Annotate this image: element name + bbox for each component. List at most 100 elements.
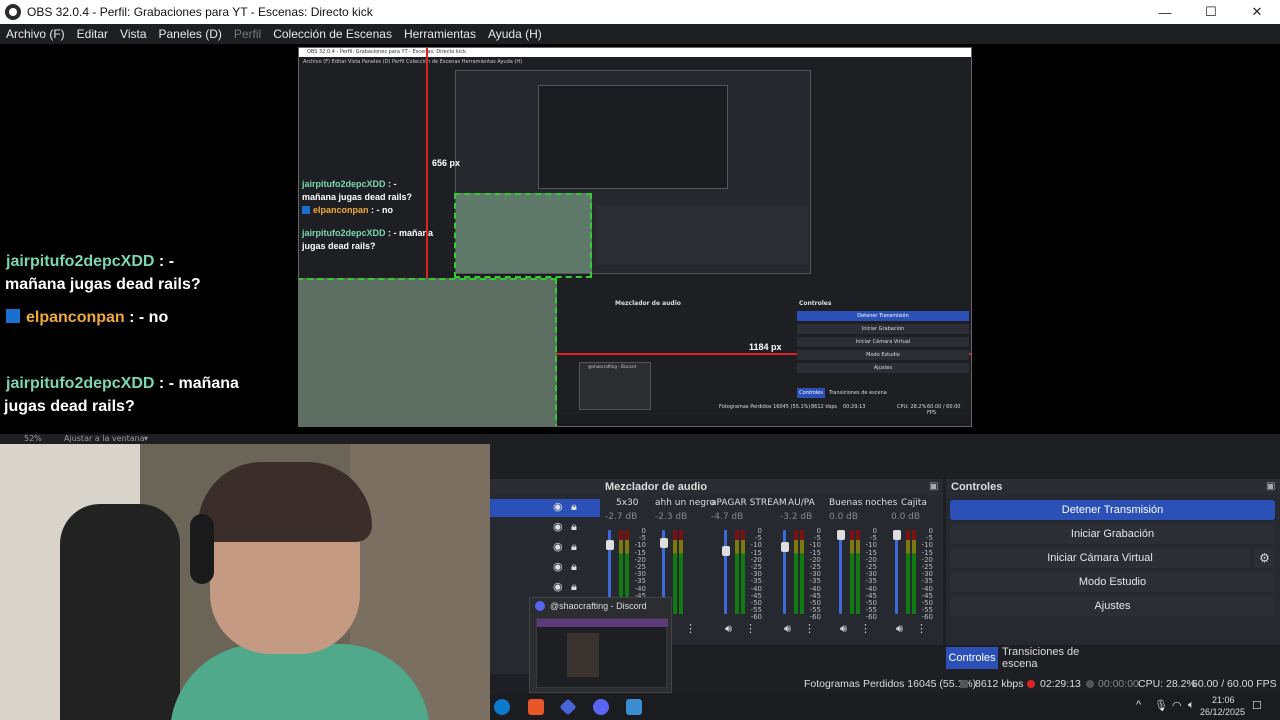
chat-separator: : - <box>385 179 397 189</box>
menu-ayuda[interactable]: Ayuda (H) <box>482 27 548 41</box>
app-window-icon[interactable] <box>626 699 642 715</box>
tab-controls[interactable]: Controles <box>946 647 998 669</box>
meter-scale: 0-5-10-15-20-25-30-35-40-45-50-55-60 <box>809 527 821 622</box>
mixer-channel-name: 5x30 <box>616 498 639 508</box>
menu-editar[interactable]: Editar <box>71 27 114 41</box>
lock-icon[interactable]: 🔒︎ <box>571 520 577 534</box>
nested-screen-level-3 <box>538 85 728 189</box>
volume-fader-knob[interactable] <box>722 546 730 556</box>
nested-settings: Ajustes <box>797 363 969 373</box>
app-icon[interactable] <box>559 698 577 716</box>
volume-fader-knob[interactable] <box>893 530 901 540</box>
nested-menu: Archivo (F) Editar Vista Paneles (D) Per… <box>303 59 523 65</box>
channel-menu-icon[interactable]: ⋮ <box>804 622 815 635</box>
speaker-icon[interactable]: 🔊︎ <box>725 622 732 636</box>
zoom-dropdown-icon[interactable]: ▾ <box>144 434 148 443</box>
speaker-icon[interactable]: 🔊︎ <box>896 622 903 636</box>
volume-fader-knob[interactable] <box>606 540 614 550</box>
guide-distance-right: 1184 px <box>749 342 782 352</box>
source-selection-box[interactable] <box>299 278 557 426</box>
menu-coleccion-escenas[interactable]: Colección de Escenas <box>267 27 398 41</box>
audio-meter <box>850 530 854 614</box>
tray-expand-icon[interactable]: ^ <box>1136 699 1141 711</box>
start-recording-button[interactable]: Iniciar Grabación <box>950 524 1275 544</box>
lock-icon[interactable]: 🔒︎ <box>571 540 577 554</box>
minimize-button[interactable]: — <box>1142 0 1188 24</box>
nested-screen-capture[interactable]: OBS 32.0.4 - Perfil: Grabaciones para YT… <box>298 47 972 427</box>
menu-herramientas[interactable]: Herramientas <box>398 27 482 41</box>
sources-dock-header <box>490 479 600 495</box>
record-time: 00:00:00 <box>1098 678 1139 690</box>
edge-browser-icon[interactable] <box>494 699 510 715</box>
nested-status-cpu: CPU: 28.2% <box>897 404 927 410</box>
nested-stop-stream: Detener Transmisión <box>797 311 969 321</box>
visibility-eye-icon[interactable]: ◉ <box>553 560 563 573</box>
guide-line-vertical <box>426 48 428 278</box>
kick-badge-icon <box>302 206 310 214</box>
speaker-icon[interactable]: 🔊︎ <box>784 622 791 636</box>
menu-archivo[interactable]: Archivo (F) <box>0 27 71 41</box>
record-icon <box>1086 680 1094 688</box>
discord-preview-title: @shaocrafting - Discord <box>550 601 647 611</box>
thumbnail-content <box>567 633 599 677</box>
source-row-selected[interactable] <box>490 499 600 517</box>
chat-message-2: elpanconpan : - no <box>6 306 239 329</box>
speaker-icon[interactable]: 🔊︎ <box>840 622 847 636</box>
start-virtual-camera-button[interactable]: Iniciar Cámara Virtual <box>950 548 1250 568</box>
dock-float-icon[interactable]: ▣ <box>1266 481 1275 492</box>
audio-meter <box>673 530 677 614</box>
nested-start-recording: Iniciar Grabación <box>797 324 969 334</box>
lock-icon[interactable]: 🔒︎ <box>571 560 577 574</box>
audio-meter <box>906 530 910 614</box>
maximize-button[interactable]: ☐ <box>1188 0 1234 24</box>
menu-perfil: Perfil <box>233 27 262 41</box>
stop-stream-button[interactable]: Detener Transmisión <box>950 500 1275 520</box>
wifi-icon[interactable]: ◠ <box>1172 699 1182 712</box>
notifications-icon[interactable]: ☐ <box>1252 699 1262 712</box>
discord-taskbar-preview[interactable]: @shaocrafting - Discord <box>529 597 672 693</box>
brave-browser-icon[interactable] <box>528 699 544 715</box>
menu-vista[interactable]: Vista <box>114 27 152 41</box>
window-title: OBS 32.0.4 - Perfil: Grabaciones para YT… <box>27 5 373 19</box>
lock-icon[interactable]: 🔒︎ <box>571 580 577 594</box>
chat-username: jairpitufo2depcXDD <box>302 179 386 189</box>
dock-float-icon[interactable]: ▣ <box>929 481 938 492</box>
channel-menu-icon[interactable]: ⋮ <box>916 622 927 635</box>
tab-scene-transitions[interactable]: Transiciones de escena <box>1002 646 1106 670</box>
visibility-eye-icon[interactable]: ◉ <box>553 520 563 533</box>
menu-paneles[interactable]: Paneles (D) <box>153 27 228 41</box>
volume-fader-knob[interactable] <box>837 530 845 540</box>
clock-date[interactable]: 26/12/2025 <box>1200 707 1245 717</box>
studio-mode-button[interactable]: Modo Estudio <box>950 572 1275 592</box>
visibility-eye-icon[interactable]: ◉ <box>553 580 563 593</box>
zoom-fit[interactable]: Ajustar a la ventana <box>64 434 145 443</box>
chat-text: : - no <box>368 205 394 215</box>
chat-username: jairpitufo2depcXDD <box>6 253 155 270</box>
visibility-eye-icon[interactable]: ◉ <box>553 540 563 553</box>
chat-text: jugas dead rails? <box>4 398 135 415</box>
nested-mixer-header: Mezclador de audio <box>615 300 681 307</box>
audio-meter <box>794 530 798 614</box>
channel-menu-icon[interactable]: ⋮ <box>745 622 756 635</box>
channel-menu-icon[interactable]: ⋮ <box>685 622 696 635</box>
discord-taskbar-icon[interactable] <box>593 699 609 715</box>
settings-button[interactable]: Ajustes <box>950 596 1275 616</box>
microphone-icon[interactable]: 🎙︎ <box>1154 699 1168 712</box>
jacket-background <box>60 504 180 720</box>
lock-icon[interactable]: 🔒︎ <box>571 500 577 514</box>
chat-text: : - no <box>124 309 169 326</box>
zoom-value[interactable]: 52% <box>24 434 42 443</box>
volume-fader-knob[interactable] <box>781 542 789 552</box>
volume-fader-knob[interactable] <box>660 538 668 548</box>
guide-distance-top: 656 px <box>432 158 461 168</box>
close-button[interactable]: ✕ <box>1234 0 1280 24</box>
virtual-camera-settings-gear-icon[interactable]: ⚙ <box>1254 548 1275 568</box>
volume-icon[interactable]: 🔈︎ <box>1188 699 1195 712</box>
volume-fader[interactable] <box>895 530 898 614</box>
visibility-eye-icon[interactable]: ◉ <box>553 500 563 513</box>
meter-scale: 0-5-10-15-20-25-30-35-40-45-50-55-60 <box>865 527 877 622</box>
volume-fader[interactable] <box>839 530 842 614</box>
channel-menu-icon[interactable]: ⋮ <box>860 622 871 635</box>
volume-fader[interactable] <box>724 530 727 614</box>
clock-time[interactable]: 21:06 <box>1212 695 1235 705</box>
